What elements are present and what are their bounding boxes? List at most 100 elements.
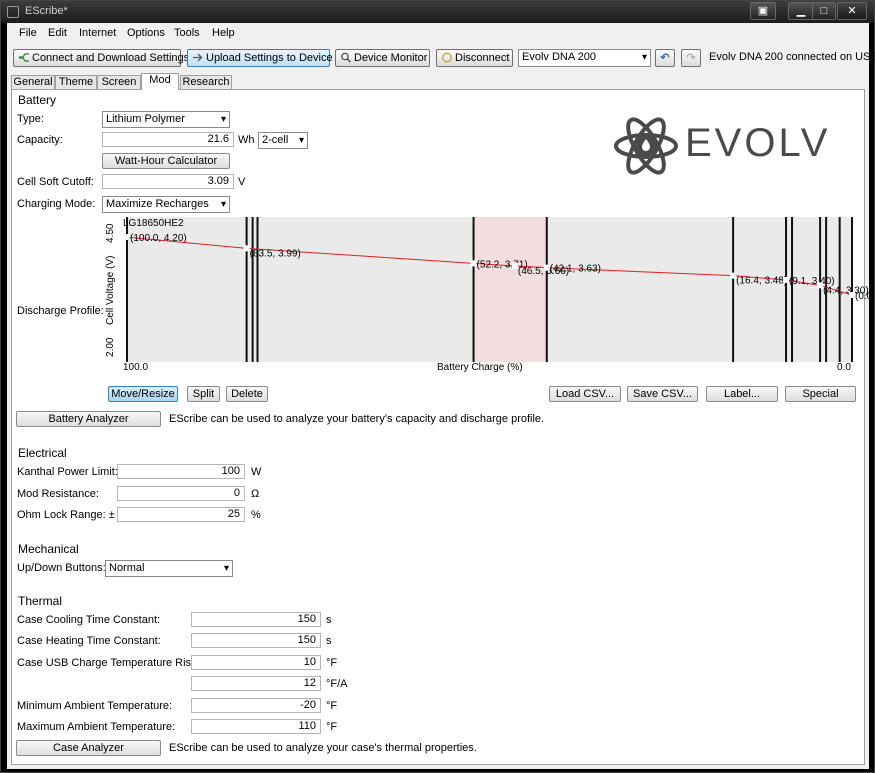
connect-icon	[19, 53, 29, 62]
battery-type-select[interactable]: Lithium Polymer	[102, 111, 230, 128]
device-select-value: Evolv DNA 200	[522, 51, 596, 63]
tab-mod[interactable]: Mod	[141, 73, 179, 90]
menu-edit[interactable]: Edit	[48, 27, 67, 39]
cell-count-select[interactable]: 2-cell	[258, 132, 308, 149]
battery-analyzer-button[interactable]: Battery Analyzer	[16, 411, 161, 427]
upload-settings-label: Upload Settings to Device	[206, 52, 333, 64]
window-title: EScribe*	[25, 5, 68, 17]
mod-resistance-field[interactable]: 0	[117, 486, 245, 501]
usb-charge-temp-rise-field[interactable]: 10	[191, 655, 321, 670]
cell-count-value: 2-cell	[262, 134, 289, 146]
usb-charge-temp-per-amp-unit: °F/A	[326, 678, 348, 690]
kanthal-power-limit-unit: W	[251, 466, 262, 478]
delete-button[interactable]: Delete	[226, 386, 268, 402]
special-button[interactable]: Special	[785, 386, 856, 402]
min-ambient-temp-label: Minimum Ambient Temperature:	[17, 700, 173, 712]
disconnect-label: Disconnect	[455, 52, 510, 64]
move-resize-button[interactable]: Move/Resize	[108, 386, 178, 402]
menu-bar: File Edit Internet Options Tools Help	[7, 23, 869, 43]
ohm-lock-range-field[interactable]: 25	[117, 507, 245, 522]
up-down-buttons-label: Up/Down Buttons:	[17, 562, 106, 574]
y-axis-label: Cell Voltage (V)	[105, 256, 116, 325]
kanthal-power-limit-label: Kanthal Power Limit:	[17, 466, 118, 478]
case-analyzer-button[interactable]: Case Analyzer	[16, 740, 161, 756]
capacity-label: Capacity:	[17, 134, 63, 146]
connect-download-label: Connect and Download Settings	[32, 52, 190, 64]
minimize-button[interactable]: ▁	[788, 2, 814, 20]
device-monitor-label: Device Monitor	[354, 52, 428, 64]
cell-soft-cutoff-field[interactable]: 3.09	[102, 174, 234, 189]
tab-general[interactable]: General	[11, 75, 55, 90]
upload-settings-button[interactable]: Upload Settings to Device	[187, 49, 333, 67]
case-heating-unit: s	[326, 635, 332, 647]
magnifier-icon	[341, 52, 351, 63]
max-ambient-temp-label: Maximum Ambient Temperature:	[17, 721, 176, 733]
thermal-heading: Thermal	[18, 594, 63, 608]
menu-file[interactable]: File	[19, 27, 37, 39]
y-tick-label: 2.00	[105, 337, 116, 357]
tab-screen[interactable]: Screen	[97, 75, 141, 90]
case-cooling-unit: s	[326, 614, 332, 626]
usb-charge-temp-per-amp-field[interactable]: 12	[191, 676, 321, 691]
redo-icon: ↷	[686, 52, 696, 64]
cell-soft-cutoff-label: Cell Soft Cutoff:	[17, 176, 94, 188]
max-ambient-temp-field[interactable]: 110	[191, 719, 321, 734]
data-point-label: (16.4, 3.48)	[736, 276, 787, 287]
capacity-unit: Wh	[238, 134, 255, 146]
redo-button[interactable]: ↷	[681, 49, 701, 67]
disconnect-button[interactable]: Disconnect	[436, 49, 513, 67]
capacity-field[interactable]: 21.6	[102, 132, 234, 147]
maximize-button[interactable]: □	[812, 2, 836, 20]
case-heating-field[interactable]: 150	[191, 633, 321, 648]
kanthal-power-limit-field[interactable]: 100	[117, 464, 245, 479]
evolv-atom-logo-icon	[614, 117, 678, 175]
battery-heading: Battery	[18, 93, 57, 107]
battery-type-label: Type:	[17, 113, 44, 125]
data-point-label: (42.1, 3.63)	[550, 264, 601, 275]
min-ambient-temp-field[interactable]: -20	[191, 698, 321, 713]
close-button[interactable]: ✕	[837, 2, 867, 20]
tab-research[interactable]: Research	[180, 75, 232, 90]
menu-help[interactable]: Help	[212, 27, 235, 39]
device-select[interactable]: Evolv DNA 200	[518, 49, 651, 67]
upload-icon	[193, 53, 203, 62]
mod-resistance-label: Mod Resistance:	[17, 488, 99, 500]
data-point-label: (0.0, 3.12)	[855, 291, 875, 302]
battery-type-value: Lithium Polymer	[106, 113, 185, 125]
ohm-lock-range-label: Ohm Lock Range: ±	[17, 509, 115, 521]
y-tick-label: 4.50	[105, 223, 116, 243]
up-down-buttons-select[interactable]: Normal	[105, 560, 233, 577]
watt-hour-calculator-button[interactable]: Watt-Hour Calculator	[102, 153, 230, 169]
app-icon	[7, 6, 19, 18]
electrical-heading: Electrical	[18, 446, 67, 460]
up-down-buttons-value: Normal	[109, 562, 145, 574]
device-monitor-button[interactable]: Device Monitor	[335, 49, 430, 67]
chart-selected-segment	[473, 217, 547, 362]
cell-soft-cutoff-unit: V	[238, 176, 246, 188]
menu-internet[interactable]: Internet	[79, 27, 116, 39]
charging-mode-value: Maximize Recharges	[106, 198, 209, 210]
app-window: EScribe* ▣ ▁ □ ✕ File Edit Internet Opti…	[0, 0, 875, 773]
case-cooling-field[interactable]: 150	[191, 612, 321, 627]
menu-tools[interactable]: Tools	[174, 27, 200, 39]
battery-analyzer-text: EScribe can be used to analyze your batt…	[169, 413, 545, 425]
connect-download-button[interactable]: Connect and Download Settings	[13, 49, 189, 67]
restore-tile-button[interactable]: ▣	[750, 2, 776, 20]
save-csv-button[interactable]: Save CSV...	[627, 386, 698, 402]
split-button[interactable]: Split	[187, 386, 220, 402]
data-point-label: (83.5, 3.99)	[250, 248, 301, 259]
evolv-logo-text: EVOLV	[685, 121, 831, 165]
tab-theme[interactable]: Theme	[55, 75, 97, 90]
label-button[interactable]: Label...	[706, 386, 778, 402]
mod-resistance-unit: Ω	[251, 488, 260, 500]
min-ambient-temp-unit: °F	[326, 700, 338, 712]
ohm-lock-range-unit: %	[251, 509, 261, 521]
load-csv-button[interactable]: Load CSV...	[549, 386, 621, 402]
discharge-profile-chart[interactable]: (100.0, 4.20)(83.5, 3.99)(52.2, 3.71)(46…	[105, 217, 875, 373]
undo-button[interactable]: ↶	[655, 49, 675, 67]
charging-mode-select[interactable]: Maximize Recharges	[102, 196, 230, 213]
usb-charge-temp-rise-unit: °F	[326, 657, 338, 669]
menu-options[interactable]: Options	[127, 27, 165, 39]
undo-icon: ↶	[660, 52, 670, 64]
usb-charge-temp-rise-label: Case USB Charge Temperature Rise:	[17, 657, 201, 669]
